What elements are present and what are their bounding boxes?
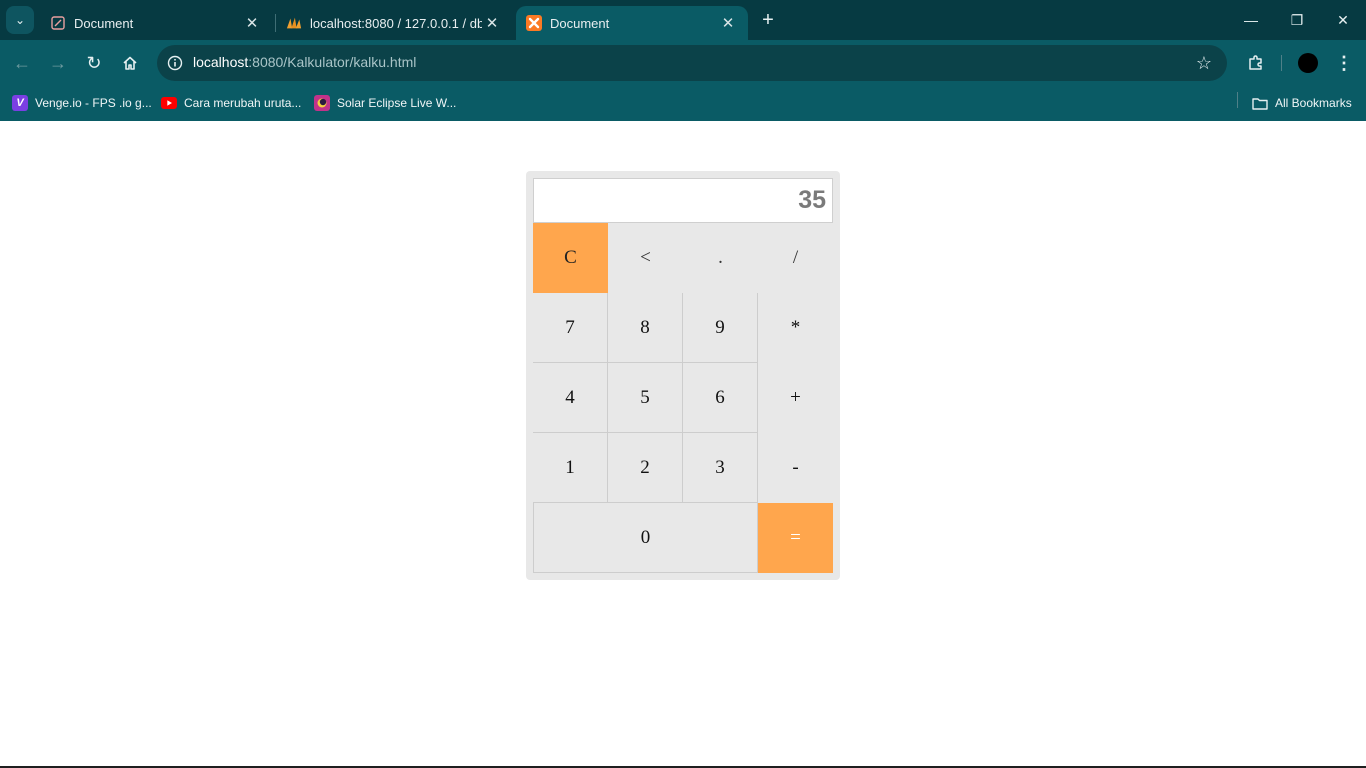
bookmarks-bar: V Venge.io - FPS .io g... Cara merubah u… bbox=[0, 86, 1366, 121]
bookmark-label: Solar Eclipse Live W... bbox=[337, 96, 457, 110]
all-bookmarks-label: All Bookmarks bbox=[1275, 96, 1352, 110]
close-icon: ✕ bbox=[1337, 11, 1349, 28]
bookmark-star-icon[interactable]: ☆ bbox=[1193, 52, 1215, 74]
divide-button[interactable]: / bbox=[758, 223, 833, 293]
bookmark-venge[interactable]: V Venge.io - FPS .io g... bbox=[12, 92, 152, 114]
arrow-right-icon: → bbox=[49, 52, 67, 73]
xampp-icon bbox=[526, 15, 542, 31]
restore-icon: ❐ bbox=[1290, 11, 1304, 28]
tab-strip: ⌄ Document ✕ localhost:8080 / 127.0.0.1 … bbox=[0, 0, 1366, 40]
minus-button[interactable]: - bbox=[758, 433, 833, 503]
tab-phpmyadmin[interactable]: localhost:8080 / 127.0.0.1 / db_ ✕ bbox=[276, 6, 512, 40]
forward-button[interactable]: → bbox=[44, 49, 72, 77]
tab-document-active[interactable]: Document ✕ bbox=[516, 6, 748, 40]
folder-icon bbox=[1252, 95, 1268, 111]
reload-icon: ↻ bbox=[86, 52, 102, 73]
more-vert-icon: ⋮ bbox=[1335, 52, 1353, 73]
digit-3-button[interactable]: 3 bbox=[683, 433, 758, 503]
calculator-display: 35 bbox=[533, 178, 833, 223]
page-content: 35 C < . / 7 8 9 * 4 5 6 + 1 2 3 - 0 = bbox=[0, 121, 1366, 766]
digit-6-button[interactable]: 6 bbox=[683, 363, 758, 433]
plus-icon: + bbox=[762, 8, 774, 31]
calculator: 35 C < . / 7 8 9 * 4 5 6 + 1 2 3 - 0 = bbox=[526, 171, 840, 580]
bookmarks-divider bbox=[1237, 92, 1238, 108]
digit-1-button[interactable]: 1 bbox=[533, 433, 608, 503]
bookmark-label: Venge.io - FPS .io g... bbox=[35, 96, 152, 110]
window-close-button[interactable]: ✕ bbox=[1320, 0, 1366, 40]
toolbar: ← → ↻ localhost:8080/Kalkulator/kalku.ht… bbox=[0, 40, 1366, 86]
digit-8-button[interactable]: 8 bbox=[608, 293, 683, 363]
restore-button[interactable]: ❐ bbox=[1274, 0, 1320, 40]
digit-9-button[interactable]: 9 bbox=[683, 293, 758, 363]
close-icon[interactable]: ✕ bbox=[482, 13, 502, 33]
new-tab-button[interactable]: + bbox=[756, 8, 780, 32]
all-bookmarks-button[interactable]: All Bookmarks bbox=[1252, 92, 1352, 114]
home-icon bbox=[123, 56, 137, 70]
url-text[interactable]: localhost:8080/Kalkulator/kalku.html bbox=[193, 54, 416, 70]
url-host: localhost bbox=[193, 54, 249, 70]
equals-button[interactable]: = bbox=[758, 503, 833, 573]
puzzle-icon bbox=[1249, 55, 1262, 70]
chevron-down-icon: ⌄ bbox=[14, 13, 26, 27]
bookmark-youtube[interactable]: Cara merubah uruta... bbox=[161, 92, 301, 114]
back-button[interactable]: ← bbox=[8, 49, 36, 77]
digit-7-button[interactable]: 7 bbox=[533, 293, 608, 363]
multiply-button[interactable]: * bbox=[758, 293, 833, 363]
tab-document-1[interactable]: Document ✕ bbox=[40, 6, 272, 40]
close-icon[interactable]: ✕ bbox=[718, 13, 738, 33]
venge-icon: V bbox=[12, 95, 28, 111]
tab-title: Document bbox=[74, 15, 134, 31]
tab-search-button[interactable]: ⌄ bbox=[6, 6, 34, 34]
minimize-icon: — bbox=[1244, 12, 1258, 28]
backspace-button[interactable]: < bbox=[608, 223, 683, 293]
tab-title: Document bbox=[550, 15, 610, 31]
minimize-button[interactable]: — bbox=[1228, 0, 1274, 40]
decimal-button[interactable]: . bbox=[683, 223, 758, 293]
tab-title: localhost:8080 / 127.0.0.1 / db_ bbox=[310, 15, 482, 31]
close-icon[interactable]: ✕ bbox=[242, 13, 262, 33]
game-icon bbox=[314, 95, 330, 111]
url-path: :8080/Kalkulator/kalku.html bbox=[248, 54, 417, 70]
youtube-icon bbox=[161, 95, 177, 111]
site-info-icon[interactable] bbox=[165, 53, 185, 73]
menu-button[interactable]: ⋮ bbox=[1332, 49, 1356, 77]
bookmark-solar-eclipse[interactable]: Solar Eclipse Live W... bbox=[314, 92, 456, 114]
address-bar[interactable]: localhost:8080/Kalkulator/kalku.html ☆ bbox=[157, 45, 1227, 81]
clear-button[interactable]: C bbox=[533, 223, 608, 293]
digit-0-button[interactable]: 0 bbox=[533, 503, 758, 573]
extensions-button[interactable] bbox=[1242, 49, 1270, 77]
bookmark-label: Cara merubah uruta... bbox=[184, 96, 302, 110]
phpmyadmin-icon bbox=[286, 15, 302, 31]
digit-5-button[interactable]: 5 bbox=[608, 363, 683, 433]
arrow-left-icon: ← bbox=[13, 52, 31, 73]
document-icon bbox=[50, 15, 66, 31]
home-button[interactable] bbox=[116, 49, 144, 77]
plus-button[interactable]: + bbox=[758, 363, 833, 433]
digit-4-button[interactable]: 4 bbox=[533, 363, 608, 433]
digit-2-button[interactable]: 2 bbox=[608, 433, 683, 503]
profile-avatar[interactable] bbox=[1298, 53, 1318, 73]
reload-button[interactable]: ↻ bbox=[80, 49, 108, 77]
toolbar-divider bbox=[1281, 55, 1282, 71]
